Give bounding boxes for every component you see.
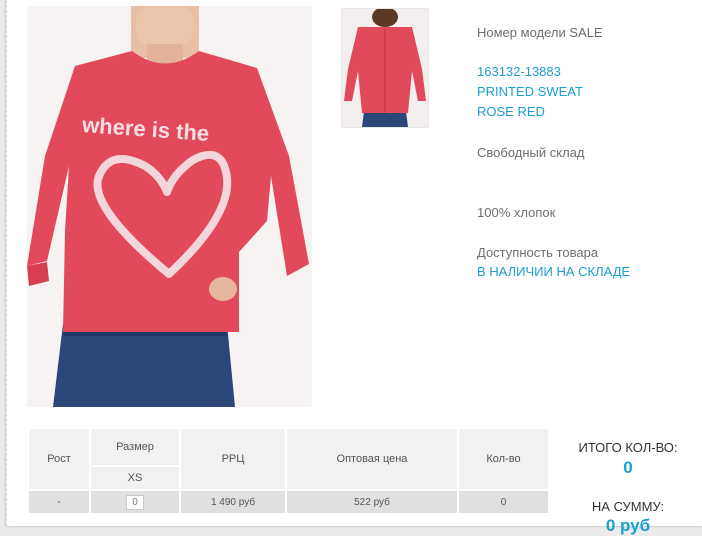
product-thumbnail-back[interactable] [341, 8, 429, 128]
total-qty-label: ИТОГО КОЛ-ВО: [578, 440, 678, 455]
row-qty-value: 0 [457, 489, 550, 515]
row-rrc-value: 1 490 руб [179, 489, 287, 515]
product-material: 100% хлопок [477, 205, 556, 220]
size-option-xs: XS [89, 465, 181, 491]
model-number-label: Номер модели SALE [477, 25, 603, 40]
table-row: - 1 490 руб 522 руб 0 [27, 489, 550, 515]
size-qty-cell [89, 489, 181, 515]
product-article: 163132-13883 [477, 64, 561, 79]
product-fit: Свободный склад [477, 145, 585, 160]
availability-status: В НАЛИЧИИ НА СКЛАДЕ [477, 264, 631, 279]
product-color: ROSE RED [477, 104, 545, 119]
product-card: where is the Номер модели SALE 163132-13… [6, 0, 702, 535]
total-sum-label: НА СУММУ: [591, 499, 665, 514]
column-header-wholesale: Оптовая цена [285, 427, 459, 491]
product-name: PRINTED SWEAT [477, 84, 583, 99]
total-sum-value: 0 руб [605, 516, 651, 535]
column-header-qty: Кол-во [457, 427, 550, 491]
availability-label: Доступность товара [477, 245, 599, 260]
row-wholesale-value: 522 руб [285, 489, 459, 515]
column-header-rrc: РРЦ [179, 427, 287, 491]
total-qty-value: 0 [623, 458, 633, 477]
order-size-table: Рост Размер РРЦ Оптовая цена Кол-во XS -… [27, 427, 550, 515]
main-product-photo[interactable]: where is the [27, 6, 312, 407]
size-quantity-input[interactable] [126, 494, 144, 510]
column-header-size: Размер [89, 427, 181, 467]
column-header-height: Рост [27, 427, 91, 491]
row-height-value: - [27, 489, 91, 515]
